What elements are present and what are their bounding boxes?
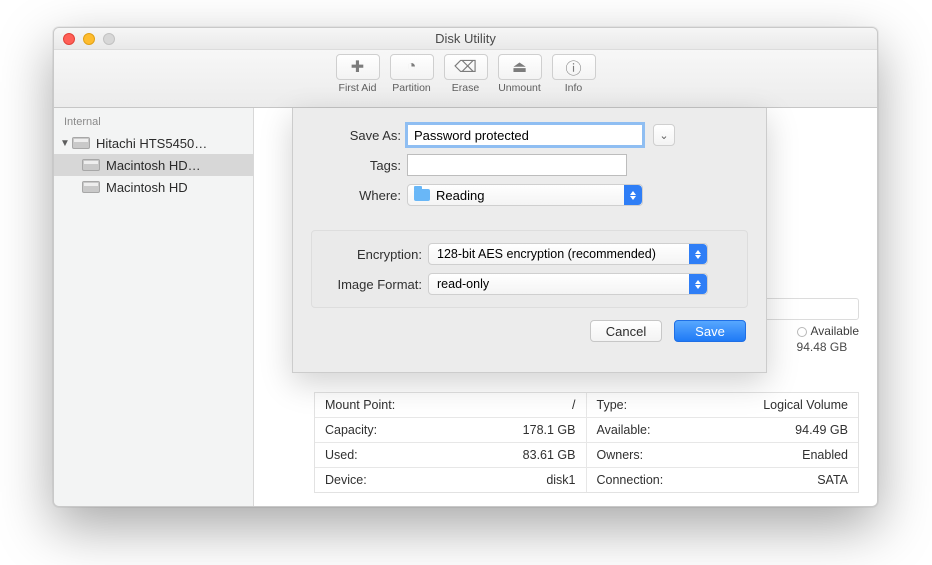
- expand-dialog-button[interactable]: ⌄: [653, 124, 675, 146]
- sidebar-section-header: Internal: [54, 114, 253, 132]
- toolbar: ✚ First Aid ◔ Partition ⌫ Erase ⏏ Unmoun…: [54, 50, 877, 108]
- select-arrows-icon: [624, 185, 642, 205]
- toolbar-first-aid[interactable]: ✚ First Aid: [333, 54, 383, 107]
- disclosure-triangle-icon[interactable]: ▼: [60, 138, 72, 149]
- save-as-label: Save As:: [315, 128, 407, 143]
- info-icon: ⓘ: [552, 54, 596, 80]
- sidebar-item-label: Macintosh HD…: [106, 158, 201, 173]
- info-row: Used:83.61 GB: [315, 443, 587, 468]
- select-arrows-icon: [689, 274, 707, 294]
- sidebar-item-label: Macintosh HD: [106, 180, 188, 195]
- where-select[interactable]: Reading: [407, 184, 643, 206]
- select-arrows-icon: [689, 244, 707, 264]
- info-row: Available:94.49 GB: [587, 418, 859, 443]
- chevron-down-icon: ⌄: [659, 129, 668, 142]
- encryption-select[interactable]: 128-bit AES encryption (recommended): [428, 243, 708, 265]
- sidebar: Internal ▼ Hitachi HTS5450… Macintosh HD…: [54, 108, 254, 506]
- unmount-icon: ⏏: [498, 54, 542, 80]
- info-row: Type:Logical Volume: [587, 393, 859, 418]
- info-row: Owners:Enabled: [587, 443, 859, 468]
- erase-icon: ⌫: [444, 54, 488, 80]
- partition-icon: ◔: [390, 54, 434, 80]
- sidebar-item-volume[interactable]: Macintosh HD: [54, 176, 253, 198]
- titlebar[interactable]: Disk Utility: [54, 28, 877, 50]
- folder-icon: [414, 189, 430, 201]
- encryption-value: 128-bit AES encryption (recommended): [437, 247, 656, 261]
- image-format-value: read-only: [437, 277, 489, 291]
- sidebar-item-label: Hitachi HTS5450…: [96, 136, 207, 151]
- toolbar-label: Partition: [392, 82, 431, 94]
- window-close-button[interactable]: [63, 33, 75, 45]
- disk-icon: [82, 181, 100, 193]
- first-aid-icon: ✚: [336, 54, 380, 80]
- where-value: Reading: [436, 188, 484, 203]
- save-as-input[interactable]: [407, 124, 643, 146]
- tags-input[interactable]: [407, 154, 627, 176]
- save-sheet: Save As: ⌄ Tags: Where: Reading: [292, 108, 767, 373]
- sidebar-item-volume[interactable]: Macintosh HD…: [54, 154, 253, 176]
- toolbar-info[interactable]: ⓘ Info: [549, 54, 599, 107]
- info-row: Mount Point:/: [315, 393, 587, 418]
- info-row: Device:disk1: [315, 468, 587, 492]
- save-button[interactable]: Save: [674, 320, 746, 342]
- toolbar-label: Info: [565, 82, 583, 94]
- window-title: Disk Utility: [54, 31, 877, 46]
- where-label: Where:: [315, 188, 407, 203]
- disk-icon: [82, 159, 100, 171]
- sidebar-item-drive[interactable]: ▼ Hitachi HTS5450…: [54, 132, 253, 154]
- toolbar-label: Erase: [452, 82, 479, 94]
- usage-available-value: 94.48 GB: [797, 340, 859, 354]
- cancel-button[interactable]: Cancel: [590, 320, 662, 342]
- toolbar-unmount[interactable]: ⏏ Unmount: [495, 54, 545, 107]
- app-window: Disk Utility ✚ First Aid ◔ Partition ⌫ E…: [53, 27, 878, 507]
- window-zoom-button[interactable]: [103, 33, 115, 45]
- info-table: Mount Point:/ Type:Logical Volume Capaci…: [314, 392, 859, 493]
- info-row: Capacity:178.1 GB: [315, 418, 587, 443]
- disk-icon: [72, 137, 90, 149]
- window-minimize-button[interactable]: [83, 33, 95, 45]
- traffic-lights: [63, 33, 115, 45]
- tags-label: Tags:: [315, 158, 407, 173]
- info-row: Connection:SATA: [587, 468, 859, 492]
- toolbar-partition[interactable]: ◔ Partition: [387, 54, 437, 107]
- toolbar-erase[interactable]: ⌫ Erase: [441, 54, 491, 107]
- image-format-select[interactable]: read-only: [428, 273, 708, 295]
- image-format-label: Image Format:: [326, 277, 428, 292]
- toolbar-label: Unmount: [498, 82, 541, 94]
- usage-available: Available 94.48 GB: [797, 324, 859, 354]
- toolbar-label: First Aid: [339, 82, 377, 94]
- encryption-label: Encryption:: [326, 247, 428, 262]
